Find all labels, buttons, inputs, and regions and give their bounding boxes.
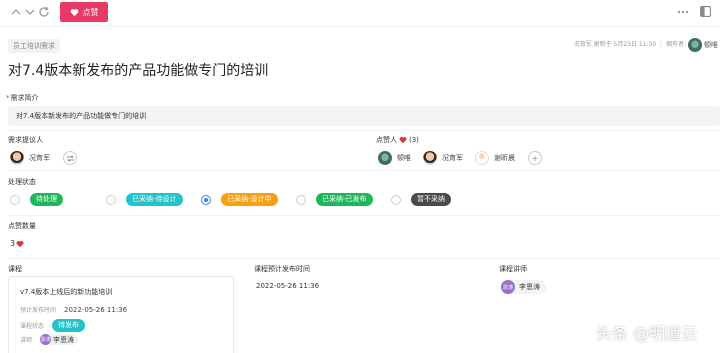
avatar	[378, 151, 392, 165]
radio-checked[interactable]	[201, 194, 211, 205]
field-label: 预计发布时间	[20, 307, 57, 314]
page-title: 对7.4版本新发布的产品功能做专门的培训	[8, 63, 269, 79]
heart-icon	[70, 8, 78, 16]
status-label: 处理状态	[8, 178, 36, 186]
lecturer-chip[interactable]: 恩涛 李恩涛	[501, 280, 546, 294]
brief-field[interactable]: 对7.4版本新发布的产品功能做专门的培训	[8, 106, 720, 126]
radio[interactable]	[391, 194, 401, 205]
field-label: 讲师	[20, 337, 33, 344]
publish-time-value: 2022-05-26 11:36	[256, 282, 320, 290]
avatar: 恩涛	[40, 334, 52, 345]
chevron-down-icon[interactable]	[24, 6, 36, 18]
status-option[interactable]: 暂不采纳	[391, 193, 451, 206]
side-panel-icon[interactable]	[700, 6, 711, 17]
field-value: 2022-05-26 11:36	[64, 305, 128, 314]
proposer-name: 况育军	[29, 154, 50, 162]
heart-icon	[399, 137, 407, 144]
avatar	[475, 151, 489, 165]
liker[interactable]: 况育军	[423, 151, 463, 165]
lecturer-name: 李恩涛	[53, 335, 75, 344]
proposer[interactable]: 况育军	[10, 151, 50, 165]
status-pill: 已采纳-待设计	[126, 193, 183, 206]
course-status-pill: 待发布	[52, 319, 86, 332]
worksheet-tag[interactable]: 员工培训需求	[8, 39, 60, 53]
heart-icon	[16, 240, 24, 247]
liker[interactable]: 顿唯	[378, 151, 411, 165]
divider	[8, 130, 720, 131]
publish-time-label: 课程预计发布时间	[254, 265, 310, 273]
lecturer-name: 李恩涛	[519, 283, 540, 291]
like-count-value: 3	[10, 239, 16, 248]
card-row-status: 课程状态 待发布	[20, 319, 86, 332]
toolbar-divider	[0, 26, 720, 27]
toolbar: 点赞	[0, 0, 720, 26]
brief-label: *需求简介	[6, 94, 39, 102]
liker-name: 谢昕晨	[494, 154, 515, 162]
plus-icon: +	[531, 153, 539, 163]
radio[interactable]	[106, 194, 116, 205]
course-card-title: v7.4版本上线后的新功能培训	[20, 288, 113, 296]
liker-name: 况育军	[442, 154, 463, 162]
divider	[8, 170, 720, 171]
swap-icon	[66, 154, 74, 162]
course-label: 课程	[8, 265, 22, 273]
likers-label: 点赞人 (3)	[376, 136, 419, 144]
liker[interactable]: 谢昕晨	[475, 151, 515, 165]
proposer-label: 需求提议人	[8, 136, 43, 144]
divider	[8, 215, 720, 216]
radio[interactable]	[10, 194, 20, 205]
owner-avatar[interactable]	[688, 38, 702, 52]
more-icon[interactable]	[676, 6, 690, 18]
like-button-label: 点赞	[82, 7, 99, 17]
status-pill: 已采纳-设计中	[221, 193, 278, 206]
status-option[interactable]: 待处理	[10, 193, 63, 206]
status-option[interactable]: 已采纳-设计中	[201, 193, 278, 206]
field-label: 课程状态	[20, 323, 45, 330]
update-meta: 况育军 更新于 5月23日 11:30 ｜ 拥有者:	[573, 41, 686, 48]
add-liker-button[interactable]: +	[528, 151, 542, 165]
status-option[interactable]: 已采纳-已发布	[296, 193, 373, 206]
avatar: 恩涛	[501, 280, 515, 294]
like-button[interactable]: 点赞	[60, 2, 108, 22]
lecturer-chip: 恩涛 李恩涛	[40, 334, 79, 345]
avatar	[423, 151, 437, 165]
liker-name: 顿唯	[397, 154, 411, 162]
watermark: 头条 @明道云	[596, 324, 698, 343]
status-option[interactable]: 已采纳-待设计	[106, 193, 183, 206]
status-pill: 待处理	[30, 193, 63, 206]
swap-user-button[interactable]	[63, 151, 77, 165]
lecturer-label: 课程讲师	[499, 265, 527, 273]
course-card[interactable]: v7.4版本上线后的新功能培训 预计发布时间 2022-05-26 11:36 …	[8, 276, 234, 353]
chevron-up-icon[interactable]	[10, 6, 22, 18]
status-pill: 已采纳-已发布	[316, 193, 373, 206]
card-row-lecturer: 讲师 恩涛 李恩涛	[20, 334, 79, 345]
refresh-icon[interactable]	[38, 6, 50, 18]
like-count: 3	[10, 239, 24, 248]
divider	[8, 258, 720, 259]
owner-name[interactable]: 顿唯	[704, 39, 718, 51]
card-row-publish-time: 预计发布时间 2022-05-26 11:36	[20, 305, 128, 315]
like-count-label: 点赞数量	[8, 222, 36, 230]
status-pill: 暂不采纳	[411, 193, 451, 206]
radio[interactable]	[296, 194, 306, 205]
avatar	[10, 151, 24, 165]
